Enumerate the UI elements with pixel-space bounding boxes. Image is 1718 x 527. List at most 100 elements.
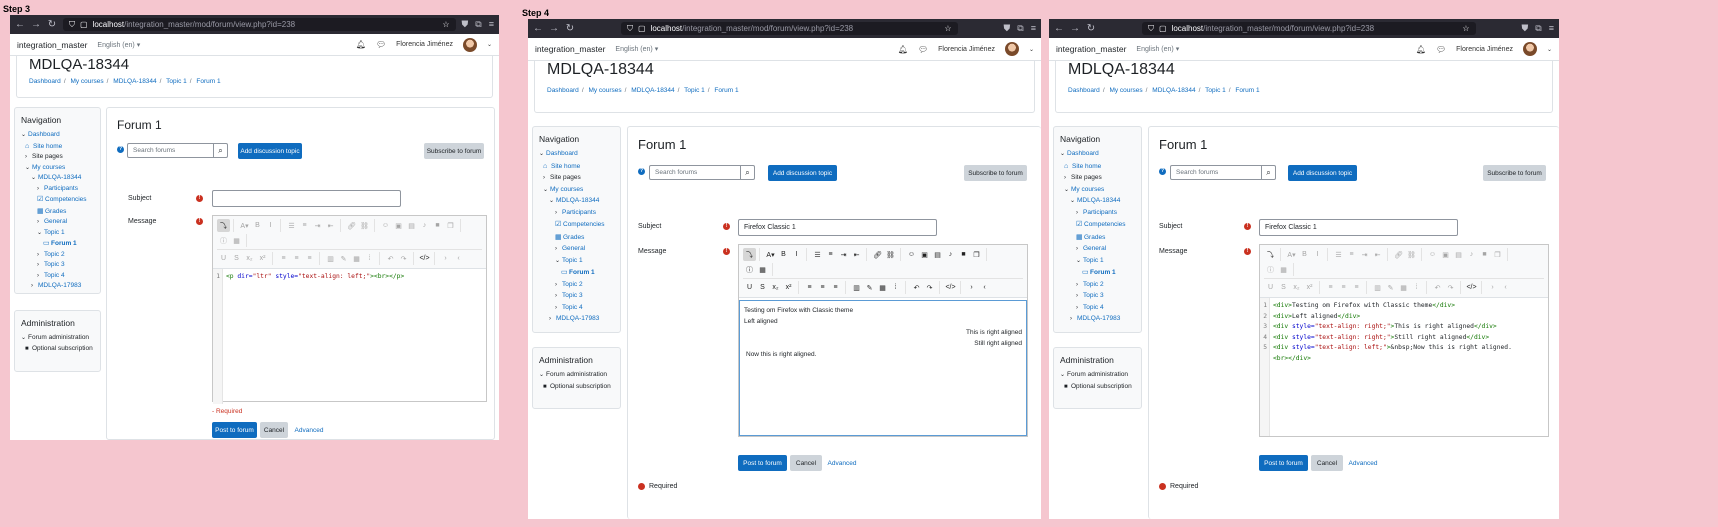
indent-icon[interactable]: ⇥: [311, 219, 324, 232]
nav-forum1[interactable]: Forum 1: [51, 240, 77, 247]
toolbar-toggle-icon[interactable]: ⤵: [217, 219, 230, 232]
strikethrough-icon[interactable]: S: [756, 281, 769, 294]
align-right-icon[interactable]: ≡: [829, 281, 842, 294]
pocket-icon[interactable]: ⛊: [1004, 23, 1011, 34]
unlink-icon[interactable]: ⛓: [884, 248, 897, 261]
nav-competencies[interactable]: Competencies: [45, 196, 87, 203]
chevron-right-icon[interactable]: ›: [965, 281, 978, 294]
align-center-icon[interactable]: ≡: [816, 281, 829, 294]
accessibility-icon[interactable]: ⓘ: [217, 234, 230, 247]
align-center-icon[interactable]: ≡: [1337, 281, 1350, 294]
nav-site-pages[interactable]: Site pages: [32, 153, 63, 160]
align-left-icon[interactable]: ≡: [803, 281, 816, 294]
copy-icon[interactable]: ❐: [444, 219, 457, 232]
extensions-icon[interactable]: ⧉: [1535, 23, 1541, 34]
nav-topic4[interactable]: Topic 4: [1083, 304, 1104, 311]
subject-input[interactable]: Firefox Classic 1: [738, 219, 937, 236]
bold-icon[interactable]: B: [1298, 248, 1311, 261]
html-source-editor[interactable]: 1 2 3 4 5 <div>Testing om Firefox with C…: [1260, 298, 1548, 436]
edit-icon[interactable]: ✎: [337, 252, 350, 265]
language-menu[interactable]: English (en) ▾: [615, 45, 658, 53]
numbered-list-icon[interactable]: ≡: [298, 219, 311, 232]
post-to-forum-button[interactable]: Post to forum: [738, 455, 787, 471]
chevron-right-icon[interactable]: ›: [1486, 281, 1499, 294]
post-to-forum-button[interactable]: Post to forum: [212, 422, 257, 438]
forward-icon[interactable]: →: [1070, 23, 1080, 34]
nav-topic1[interactable]: Topic 1: [1083, 257, 1104, 264]
search-input[interactable]: Search forums ⌕: [1170, 165, 1276, 180]
post-to-forum-button[interactable]: Post to forum: [1259, 455, 1308, 471]
undo-icon[interactable]: ↶: [910, 281, 923, 294]
nav-topic4[interactable]: Topic 4: [562, 304, 583, 311]
cancel-button[interactable]: Cancel: [790, 455, 822, 471]
outdent-icon[interactable]: ⇤: [850, 248, 863, 261]
subscribe-button[interactable]: Subscribe to forum: [424, 143, 484, 159]
italic-icon[interactable]: I: [790, 248, 803, 261]
table-icon[interactable]: ▦: [876, 281, 889, 294]
media-icon[interactable]: ▤: [1452, 248, 1465, 261]
redo-icon[interactable]: ↷: [397, 252, 410, 265]
help-icon[interactable]: ?: [1159, 168, 1166, 175]
chat-icon[interactable]: 💬︎: [918, 45, 928, 54]
strikethrough-icon[interactable]: S: [1277, 281, 1290, 294]
breadcrumb-course[interactable]: MDLQA-18344: [631, 87, 674, 94]
subscribe-button[interactable]: Subscribe to forum: [1483, 165, 1546, 181]
avatar[interactable]: [1522, 42, 1537, 56]
equation-icon[interactable]: ▥: [324, 252, 337, 265]
copy-icon[interactable]: ❐: [970, 248, 983, 261]
forward-icon[interactable]: →: [549, 23, 559, 34]
nav-competencies[interactable]: Competencies: [563, 221, 605, 228]
emoji-icon[interactable]: ☺: [379, 219, 392, 232]
nav-site-pages[interactable]: Site pages: [550, 174, 581, 181]
help-icon[interactable]: ?: [117, 146, 124, 153]
table-grid-icon[interactable]: ▦: [1277, 263, 1290, 276]
html-source-editor[interactable]: 1 <p dir="ltr" style="text-align: left;"…: [213, 269, 486, 404]
image-icon[interactable]: ▣: [918, 248, 931, 261]
site-name[interactable]: integration_master: [1056, 44, 1126, 54]
user-name[interactable]: Florencia Jiménez: [396, 41, 453, 48]
nav-site-home[interactable]: Site home: [551, 163, 580, 170]
add-discussion-button[interactable]: Add discussion topic: [768, 165, 837, 181]
nav-other-course[interactable]: MDLQA-17983: [556, 315, 599, 322]
align-center-icon[interactable]: ≡: [290, 252, 303, 265]
nav-my-courses[interactable]: My courses: [1071, 186, 1104, 193]
paragraph-styles-icon[interactable]: A▾: [1285, 248, 1298, 261]
subscript-icon[interactable]: x₂: [769, 281, 782, 294]
align-left-icon[interactable]: ≡: [1324, 281, 1337, 294]
unlink-icon[interactable]: ⛓: [358, 219, 371, 232]
nav-dashboard[interactable]: Dashboard: [1067, 150, 1099, 157]
add-discussion-button[interactable]: Add discussion topic: [238, 143, 302, 159]
underline-icon[interactable]: U: [217, 252, 230, 265]
chat-icon[interactable]: 💬︎: [1436, 45, 1446, 54]
url-bar[interactable]: ⛉ ▢ localhost/integration_master/mod/for…: [621, 22, 958, 35]
user-name[interactable]: Florencia Jiménez: [938, 46, 995, 53]
extensions-icon[interactable]: ⧉: [1017, 23, 1023, 34]
bookmark-star-icon[interactable]: ☆: [442, 20, 449, 29]
nav-general[interactable]: General: [562, 245, 585, 252]
strikethrough-icon[interactable]: S: [230, 252, 243, 265]
bullet-list-icon[interactable]: ☰: [811, 248, 824, 261]
table-grid-icon[interactable]: ▦: [756, 263, 769, 276]
chevron-left-icon[interactable]: ‹: [978, 281, 991, 294]
clear-format-icon[interactable]: ⁞: [1410, 281, 1423, 294]
language-menu[interactable]: English (en) ▾: [97, 41, 140, 49]
breadcrumb-course[interactable]: MDLQA-18344: [113, 78, 156, 85]
pocket-icon[interactable]: ⛊: [462, 19, 469, 30]
reload-icon[interactable]: ↻: [47, 19, 57, 30]
breadcrumb-topic[interactable]: Topic 1: [684, 87, 705, 94]
html-code-icon[interactable]: </>: [1465, 281, 1478, 294]
html-code-icon[interactable]: </>: [944, 281, 957, 294]
nav-topic2[interactable]: Topic 2: [1083, 281, 1104, 288]
image-icon[interactable]: ▣: [1439, 248, 1452, 261]
breadcrumb-my-courses[interactable]: My courses: [70, 78, 103, 85]
bullet-list-icon[interactable]: ☰: [285, 219, 298, 232]
reload-icon[interactable]: ↻: [565, 23, 575, 34]
search-input[interactable]: Search forums ⌕: [649, 165, 755, 180]
video-icon[interactable]: ■: [431, 219, 444, 232]
subscript-icon[interactable]: x₂: [243, 252, 256, 265]
undo-icon[interactable]: ↶: [1431, 281, 1444, 294]
reload-icon[interactable]: ↻: [1086, 23, 1096, 34]
advanced-link[interactable]: Advanced: [293, 422, 325, 438]
avatar[interactable]: [1004, 42, 1019, 56]
breadcrumb-dashboard[interactable]: Dashboard: [29, 78, 61, 85]
